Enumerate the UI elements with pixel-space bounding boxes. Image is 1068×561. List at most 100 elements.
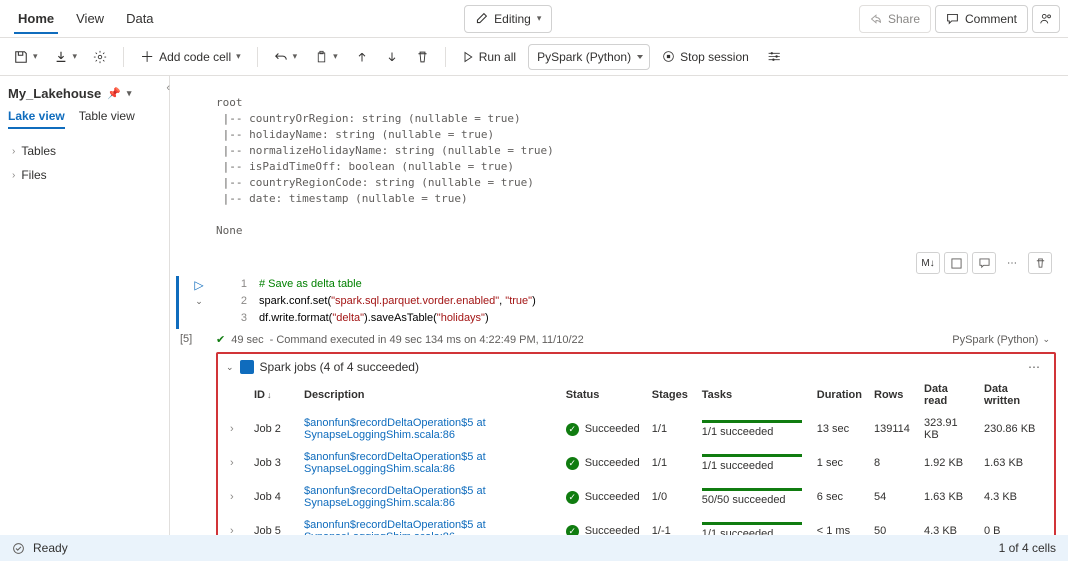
spark-jobs-table: ID↓ Description Status Stages Tasks Dura… bbox=[224, 378, 1048, 535]
editing-label: Editing bbox=[494, 12, 531, 26]
trash-icon bbox=[1035, 258, 1046, 269]
comment-icon bbox=[946, 12, 959, 25]
arrow-down-icon bbox=[386, 50, 398, 64]
status-text: Ready bbox=[33, 541, 68, 555]
cell-tool-1[interactable] bbox=[944, 252, 968, 274]
job-duration: < 1 ms bbox=[811, 514, 868, 535]
tree-tables[interactable]: › Tables bbox=[8, 139, 161, 163]
code-editor[interactable]: 1# Save as delta table 2spark.conf.set("… bbox=[219, 276, 536, 329]
save-button[interactable]: ▾ bbox=[8, 43, 44, 71]
sidebar-tab-lakeview[interactable]: Lake view bbox=[8, 109, 65, 129]
pin-icon[interactable]: 📌 bbox=[107, 87, 121, 100]
plus-icon: ＋ bbox=[140, 47, 154, 67]
notebook-toolbar: ▾ ▾ ＋ Add code cell ▾ ▾ ▾ Run all PySpar… bbox=[0, 38, 1068, 76]
success-icon: ✓ bbox=[566, 423, 579, 436]
spark-icon bbox=[240, 360, 254, 374]
task-progress bbox=[702, 522, 802, 525]
job-tasks: 50/50 succeeded bbox=[702, 494, 786, 506]
share-label: Share bbox=[888, 12, 920, 26]
cell-toolbar: M↓ ⋯ bbox=[176, 252, 1052, 274]
job-stages: 1/0 bbox=[646, 480, 696, 514]
chevron-down-icon[interactable]: ⌄ bbox=[1042, 334, 1050, 345]
job-written: 230.86 KB bbox=[978, 412, 1048, 446]
chevron-down-icon: ▾ bbox=[33, 51, 38, 62]
tab-data[interactable]: Data bbox=[122, 3, 157, 34]
chevron-down-icon: ▾ bbox=[236, 51, 241, 62]
job-description-link[interactable]: $anonfun$recordDeltaOperation$5 at Synap… bbox=[304, 485, 486, 509]
job-id: Job 2 bbox=[248, 412, 298, 446]
job-description-link[interactable]: $anonfun$recordDeltaOperation$5 at Synap… bbox=[304, 451, 486, 475]
status-bar: Ready 1 of 4 cells bbox=[0, 535, 1068, 561]
job-tasks: 1/1 succeeded bbox=[702, 528, 774, 535]
task-progress bbox=[702, 454, 802, 457]
sidebar-tab-tableview[interactable]: Table view bbox=[79, 109, 135, 129]
download-icon bbox=[54, 50, 68, 64]
job-read: 4.3 KB bbox=[918, 514, 978, 535]
job-written: 1.63 KB bbox=[978, 446, 1048, 480]
chevron-down-icon[interactable]: ⌄ bbox=[226, 362, 234, 373]
markdown-toggle-button[interactable]: M↓ bbox=[916, 252, 940, 274]
top-bar: Home View Data Editing ▾ Share Comment bbox=[0, 0, 1068, 38]
comment-button[interactable]: Comment bbox=[935, 5, 1028, 33]
chevron-down-icon: ▾ bbox=[73, 51, 78, 62]
job-rows: 54 bbox=[868, 480, 918, 514]
expand-row-button[interactable]: › bbox=[224, 412, 248, 446]
sort-icon[interactable]: ↓ bbox=[267, 390, 272, 400]
code-cell[interactable]: ▷ ⌄ 1# Save as delta table 2spark.conf.s… bbox=[176, 276, 1056, 329]
cell-more-button[interactable]: ⋯ bbox=[1000, 252, 1024, 274]
trash-icon bbox=[416, 50, 429, 64]
task-progress bbox=[702, 488, 802, 491]
expand-icon bbox=[951, 258, 962, 269]
expand-row-button[interactable]: › bbox=[224, 480, 248, 514]
people-button[interactable] bbox=[1032, 5, 1060, 33]
kernel-label: PySpark (Python) bbox=[952, 334, 1038, 346]
editing-mode-button[interactable]: Editing ▾ bbox=[464, 5, 552, 33]
chevron-down-icon[interactable]: ▾ bbox=[127, 88, 132, 99]
job-id: Job 5 bbox=[248, 514, 298, 535]
chevron-down-icon[interactable]: ⌄ bbox=[195, 296, 203, 307]
expand-row-button[interactable]: › bbox=[224, 446, 248, 480]
run-cell-button[interactable]: ▷ bbox=[194, 278, 203, 292]
job-duration: 13 sec bbox=[811, 412, 868, 446]
comment-icon bbox=[979, 258, 990, 269]
cell-tool-2[interactable] bbox=[972, 252, 996, 274]
success-icon: ✓ bbox=[566, 491, 579, 504]
expand-row-button[interactable]: › bbox=[224, 514, 248, 535]
tree-files[interactable]: › Files bbox=[8, 163, 161, 187]
spark-jobs-panel: ⌄ Spark jobs (4 of 4 succeeded) ⋯ ID↓ De… bbox=[216, 352, 1056, 535]
delete-button[interactable] bbox=[410, 43, 435, 71]
job-duration: 6 sec bbox=[811, 480, 868, 514]
job-status: Succeeded bbox=[585, 457, 640, 469]
tab-home[interactable]: Home bbox=[14, 3, 58, 34]
stop-icon bbox=[662, 50, 675, 63]
share-icon bbox=[870, 13, 882, 25]
save-icon bbox=[14, 50, 28, 64]
gear-icon bbox=[93, 50, 107, 64]
settings-button[interactable] bbox=[87, 43, 113, 71]
undo-button[interactable]: ▾ bbox=[268, 43, 304, 71]
share-button[interactable]: Share bbox=[859, 5, 931, 33]
job-description-link[interactable]: $anonfun$recordDeltaOperation$5 at Synap… bbox=[304, 417, 486, 441]
add-code-cell-button[interactable]: ＋ Add code cell ▾ bbox=[134, 43, 247, 71]
task-progress bbox=[702, 420, 802, 423]
job-read: 1.63 KB bbox=[918, 480, 978, 514]
table-row: ›Job 4$anonfun$recordDeltaOperation$5 at… bbox=[224, 480, 1048, 514]
stop-session-label: Stop session bbox=[680, 50, 749, 64]
tab-view[interactable]: View bbox=[72, 3, 108, 34]
job-description-link[interactable]: $anonfun$recordDeltaOperation$5 at Synap… bbox=[304, 519, 486, 535]
move-down-button[interactable] bbox=[380, 43, 404, 71]
session-options-button[interactable] bbox=[761, 43, 789, 71]
spark-more-button[interactable]: ⋯ bbox=[1022, 360, 1046, 374]
table-row: ›Job 2$anonfun$recordDeltaOperation$5 at… bbox=[224, 412, 1048, 446]
clipboard-button[interactable]: ▾ bbox=[309, 43, 344, 71]
stop-session-button[interactable]: Stop session bbox=[656, 43, 755, 71]
run-all-button[interactable]: Run all bbox=[456, 43, 522, 71]
move-up-button[interactable] bbox=[350, 43, 374, 71]
lakehouse-title: My_Lakehouse 📌 ▾ bbox=[8, 86, 161, 101]
download-button[interactable]: ▾ bbox=[48, 43, 84, 71]
job-rows: 139114 bbox=[868, 412, 918, 446]
job-rows: 50 bbox=[868, 514, 918, 535]
chevron-down-icon: ▾ bbox=[333, 51, 338, 62]
kernel-select[interactable]: PySpark (Python) bbox=[528, 44, 650, 70]
cell-delete-button[interactable] bbox=[1028, 252, 1052, 274]
